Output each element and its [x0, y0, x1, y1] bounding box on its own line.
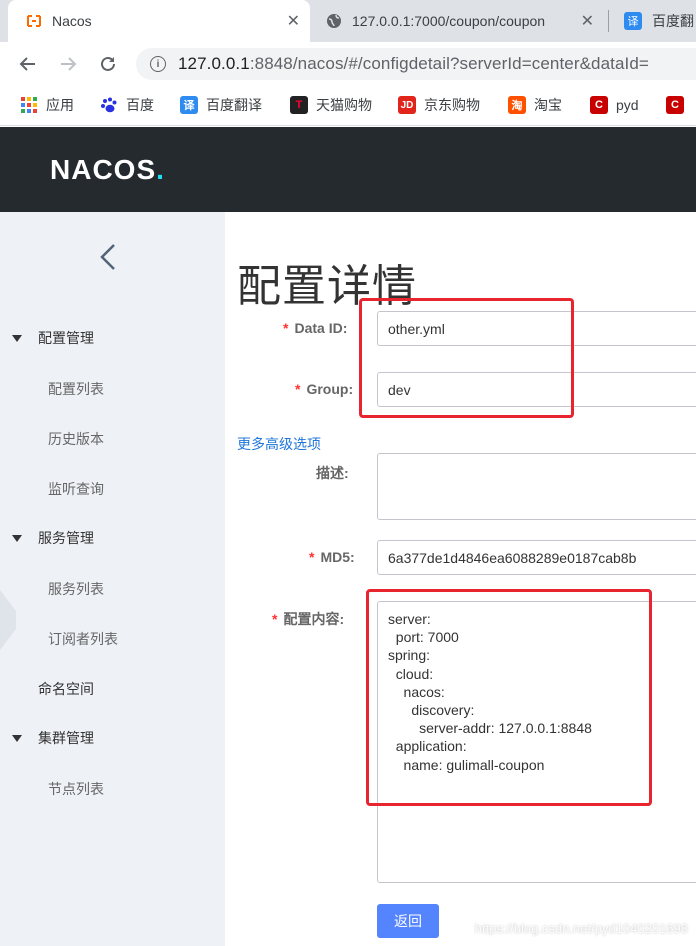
baidu-translate-icon: 译: [180, 96, 198, 114]
nacos-favicon: [26, 13, 42, 29]
menu-group-service[interactable]: 服务管理: [12, 526, 94, 550]
bookmarks-bar: 应用 百度 译 百度翻译 T 天猫购物 JD 京东购物 淘 淘宝 C pyd C: [0, 86, 696, 126]
tab-baidu-translate[interactable]: 译 百度翻: [614, 0, 696, 42]
md5-field[interactable]: 6a377de1d4846ea6088289e0187cab8b: [377, 540, 696, 575]
description-label: 描述:: [316, 465, 349, 481]
close-tab-icon[interactable]: ✕: [287, 11, 300, 31]
taobao-icon: 淘: [508, 96, 526, 114]
baidu-translate-favicon: 译: [624, 12, 642, 30]
watermark: https://blog.csdn.net/pyd1040201698: [474, 921, 688, 936]
bookmark-taobao[interactable]: 淘 淘宝: [508, 94, 562, 116]
bookmark-baidu[interactable]: 百度: [100, 94, 154, 116]
reload-icon[interactable]: [96, 52, 120, 76]
sidebar-item-service-list[interactable]: 服务列表: [48, 579, 104, 599]
app-header: NACOS.: [0, 127, 696, 212]
sidebar-item-subscribers[interactable]: 订阅者列表: [48, 629, 118, 649]
forward-arrow-icon[interactable]: [56, 52, 80, 76]
caret-down-icon: [12, 334, 22, 342]
content-label: * 配置内容:: [272, 611, 345, 627]
sidebar-item-nodes[interactable]: 节点列表: [48, 779, 104, 799]
bookmark-tmall[interactable]: T 天猫购物: [290, 94, 372, 116]
browser-tab-strip: Nacos ✕ 127.0.0.1:7000/coupon/coupon ✕ 译…: [0, 0, 696, 42]
csdn-icon: C: [666, 96, 684, 114]
caret-down-icon: [12, 534, 22, 542]
nacos-logo[interactable]: NACOS.: [50, 154, 165, 186]
data-id-field[interactable]: other.yml: [377, 311, 696, 346]
jd-icon: JD: [398, 96, 416, 114]
url-input[interactable]: i 127.0.0.1:8848/nacos/#/configdetail?se…: [136, 48, 696, 80]
bookmark-pyd[interactable]: C pyd: [590, 94, 639, 116]
csdn-icon: C: [590, 96, 608, 114]
bookmark-apps[interactable]: 应用: [20, 94, 74, 116]
sidebar-toggle-notch[interactable]: [0, 590, 16, 650]
menu-group-config[interactable]: 配置管理: [12, 326, 94, 350]
page-title: 配置详情: [237, 262, 417, 311]
config-content-editor[interactable]: server: port: 7000 spring: cloud: nacos:…: [377, 601, 696, 883]
url-text: 127.0.0.1:8848/nacos/#/configdetail?serv…: [178, 54, 649, 73]
apps-grid-icon: [20, 96, 38, 114]
sidebar-item-config-list[interactable]: 配置列表: [48, 379, 104, 399]
tab-coupon[interactable]: 127.0.0.1:7000/coupon/coupon ✕: [314, 0, 606, 42]
data-id-label: * Data ID:: [283, 320, 348, 336]
collapse-sidebar-chevron-icon[interactable]: [98, 242, 118, 280]
menu-group-cluster[interactable]: 集群管理: [12, 726, 94, 750]
tab-title: 127.0.0.1:7000/coupon/coupon: [352, 13, 546, 29]
baidu-paw-icon: [100, 96, 118, 114]
back-arrow-icon[interactable]: [16, 52, 40, 76]
sidebar-item-namespace[interactable]: 命名空间: [38, 679, 94, 699]
main-content: 配置详情 * Data ID: other.yml * Group: dev 更多高…: [225, 212, 696, 946]
caret-down-icon: [12, 734, 22, 742]
tmall-icon: T: [290, 96, 308, 114]
tab-separator: [608, 10, 609, 32]
close-tab-icon[interactable]: ✕: [581, 11, 594, 31]
back-button[interactable]: 返回: [377, 904, 439, 938]
globe-icon: [326, 13, 342, 29]
bookmark-csdn[interactable]: C: [666, 94, 692, 116]
group-field[interactable]: dev: [377, 372, 696, 407]
group-label: * Group:: [295, 381, 354, 397]
tab-title: Nacos: [52, 13, 92, 29]
description-field[interactable]: [377, 453, 696, 520]
sidebar-item-history[interactable]: 历史版本: [48, 429, 104, 449]
bookmark-jd[interactable]: JD 京东购物: [398, 94, 480, 116]
site-info-icon[interactable]: i: [150, 56, 166, 72]
sidebar-item-listener[interactable]: 监听查询: [48, 479, 104, 499]
tab-nacos[interactable]: Nacos ✕: [8, 0, 310, 42]
bookmark-baidu-translate[interactable]: 译 百度翻译: [180, 94, 262, 116]
address-bar: i 127.0.0.1:8848/nacos/#/configdetail?se…: [0, 42, 696, 86]
advanced-options-link[interactable]: 更多高级选项: [237, 434, 321, 454]
md5-label: * MD5:: [309, 549, 355, 565]
tab-title: 百度翻: [652, 13, 694, 29]
sidebar: 配置管理 配置列表 历史版本 监听查询 服务管理 服务列表 订阅者列表 命名空间…: [0, 212, 225, 946]
